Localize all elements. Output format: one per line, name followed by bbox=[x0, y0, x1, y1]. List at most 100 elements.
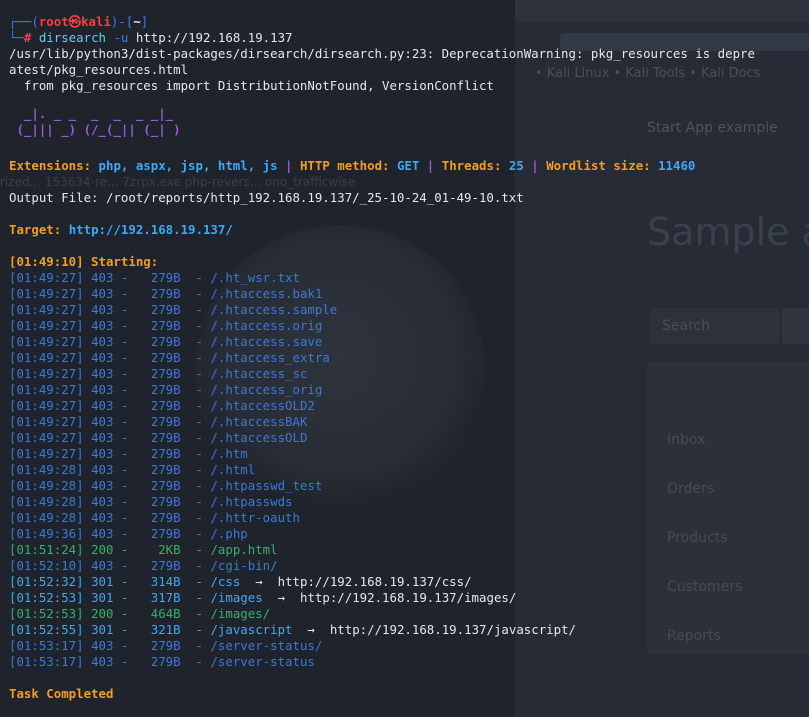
result-row: [01:52:53] 200 - 464B - /images/ bbox=[9, 606, 271, 621]
result-time: [01:49:27] bbox=[9, 446, 84, 461]
prompt-user: root㉿kali bbox=[38, 14, 111, 29]
output-file-line: Output File: /root/reports/http_192.168.… bbox=[9, 190, 524, 205]
result-path: /.htaccess_extra bbox=[210, 350, 330, 365]
result-status: 301 bbox=[91, 574, 114, 589]
result-size: 2KB bbox=[158, 542, 181, 557]
result-time: [01:53:17] bbox=[9, 638, 84, 653]
result-status: 200 bbox=[91, 542, 114, 557]
result-row: [01:52:53] 301 - 317B - /images → http:/… bbox=[9, 590, 517, 605]
command-line: └─# dirsearch -u http://192.168.19.137 bbox=[9, 30, 293, 45]
result-time: [01:49:27] bbox=[9, 430, 84, 445]
result-row: [01:49:27] 403 - 279B - /.htaccess.bak1 bbox=[9, 286, 323, 301]
result-size: 279B bbox=[150, 526, 181, 541]
banner-art: (_||| _) (/_(_|| (_| ) bbox=[9, 122, 181, 137]
result-size: 279B bbox=[150, 446, 181, 461]
result-size: 279B bbox=[150, 398, 181, 413]
result-row: [01:52:55] 301 - 321B - /javascript → ht… bbox=[9, 622, 577, 637]
warning-line: /usr/lib/python3/dist-packages/dirsearch… bbox=[9, 46, 755, 61]
result-time: [01:53:17] bbox=[9, 654, 84, 669]
banner-art-row: (_||| _) (/_(_|| (_| ) bbox=[9, 122, 809, 138]
result-size: 279B bbox=[150, 430, 181, 445]
result-time: [01:49:27] bbox=[9, 286, 84, 301]
command-name: dirsearch bbox=[38, 30, 106, 45]
result-size: 279B bbox=[150, 478, 181, 493]
result-status: 301 bbox=[91, 622, 114, 637]
result-size: 279B bbox=[150, 334, 181, 349]
result-time: [01:49:27] bbox=[9, 350, 84, 365]
result-path: /.htpasswds bbox=[210, 494, 293, 509]
result-time: [01:52:53] bbox=[9, 606, 84, 621]
result-row: [01:49:27] 403 - 279B - /.htaccess_sc bbox=[9, 366, 308, 381]
result-size: 321B bbox=[150, 622, 181, 637]
result-time: [01:49:27] bbox=[9, 270, 84, 285]
result-size: 279B bbox=[150, 638, 181, 653]
config-line: Extensions: php, aspx, jsp, html, js | H… bbox=[9, 158, 696, 173]
result-size: 279B bbox=[150, 414, 181, 429]
scan-results: [01:49:27] 403 - 279B - /.ht_wsr.txt [01:… bbox=[9, 270, 809, 670]
result-status: 403 bbox=[91, 462, 114, 477]
result-status: 403 bbox=[91, 430, 114, 445]
result-time: [01:49:27] bbox=[9, 382, 84, 397]
result-size: 279B bbox=[150, 366, 181, 381]
target-line: Target: http://192.168.19.137/ bbox=[9, 222, 233, 237]
result-path: /.htm bbox=[210, 446, 248, 461]
result-row: [01:49:28] 403 - 279B - /.htpasswds bbox=[9, 494, 293, 509]
result-status: 403 bbox=[91, 478, 114, 493]
result-row: [01:53:17] 403 - 279B - /server-status bbox=[9, 654, 315, 669]
result-path: /.htaccessOLD bbox=[210, 430, 308, 445]
result-row: [01:49:27] 403 - 279B - /.htm bbox=[9, 446, 248, 461]
result-time: [01:51:24] bbox=[9, 542, 84, 557]
result-status: 403 bbox=[91, 638, 114, 653]
result-path: /javascript bbox=[210, 622, 293, 637]
result-time: [01:52:10] bbox=[9, 558, 84, 573]
result-path: /.htaccess_sc bbox=[210, 366, 308, 381]
result-status: 403 bbox=[91, 398, 114, 413]
result-size: 314B bbox=[150, 574, 181, 589]
result-time: [01:49:27] bbox=[9, 334, 84, 349]
warning-line: atest/pkg_resources.html bbox=[9, 62, 189, 77]
result-row: [01:52:32] 301 - 314B - /css → http://19… bbox=[9, 574, 472, 589]
result-row: [01:49:27] 403 - 279B - /.ht_wsr.txt bbox=[9, 270, 300, 285]
result-path: /.htaccessBAK bbox=[210, 414, 308, 429]
result-path: /.htaccess.bak1 bbox=[210, 286, 323, 301]
result-time: [01:49:28] bbox=[9, 494, 84, 509]
result-size: 279B bbox=[150, 350, 181, 365]
result-row: [01:49:27] 403 - 279B - /.htaccessOLD bbox=[9, 430, 308, 445]
result-path: /.htaccess.orig bbox=[210, 318, 323, 333]
result-path: /server-status bbox=[210, 654, 315, 669]
result-size: 279B bbox=[150, 558, 181, 573]
result-status: 403 bbox=[91, 526, 114, 541]
result-row: [01:49:27] 403 - 279B - /.htaccess.orig bbox=[9, 318, 323, 333]
result-path: /.htaccess.save bbox=[210, 334, 323, 349]
result-row: [01:49:27] 403 - 279B - /.htaccessBAK bbox=[9, 414, 308, 429]
result-path: /.php bbox=[210, 526, 248, 541]
result-size: 279B bbox=[150, 286, 181, 301]
result-time: [01:52:53] bbox=[9, 590, 84, 605]
task-completed-line: Task Completed bbox=[9, 686, 114, 701]
result-time: [01:49:27] bbox=[9, 302, 84, 317]
result-time: [01:49:28] bbox=[9, 478, 84, 493]
redirect-arrow-icon: → bbox=[240, 574, 278, 589]
result-row: [01:53:17] 403 - 279B - /server-status/ bbox=[9, 638, 323, 653]
result-time: [01:49:27] bbox=[9, 366, 84, 381]
result-status: 403 bbox=[91, 318, 114, 333]
result-row: [01:49:28] 403 - 279B - /.htpasswd_test bbox=[9, 478, 323, 493]
result-status: 403 bbox=[91, 510, 114, 525]
prompt-directory: ~ bbox=[133, 14, 141, 29]
result-row: [01:49:28] 403 - 279B - /.httr-oauth bbox=[9, 510, 300, 525]
result-status: 403 bbox=[91, 350, 114, 365]
redirect-arrow-icon: → bbox=[292, 622, 330, 637]
result-row: [01:49:27] 403 - 279B - /.htaccess_orig bbox=[9, 382, 323, 397]
result-path: /server-status/ bbox=[210, 638, 323, 653]
result-size: 279B bbox=[150, 318, 181, 333]
warning-line: from pkg_resources import DistributionNo… bbox=[9, 78, 494, 93]
result-path: /.ht_wsr.txt bbox=[210, 270, 300, 285]
terminal-output[interactable]: ┌──(root㉿kali)-[~] └─# dirsearch -u http… bbox=[0, 0, 809, 717]
result-redirect: http://192.168.19.137/javascript/ bbox=[329, 622, 577, 637]
result-status: 403 bbox=[91, 382, 114, 397]
result-path: /images/ bbox=[210, 606, 271, 621]
result-status: 301 bbox=[91, 590, 114, 605]
result-status: 200 bbox=[91, 606, 114, 621]
result-path: /.htpasswd_test bbox=[210, 478, 323, 493]
result-time: [01:49:28] bbox=[9, 462, 84, 477]
